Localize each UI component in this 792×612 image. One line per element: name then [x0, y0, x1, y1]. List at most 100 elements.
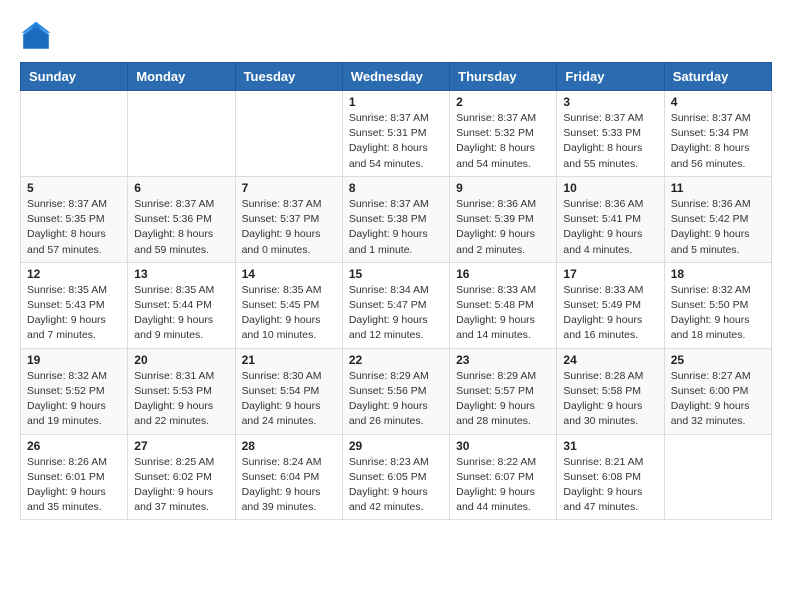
header-row: SundayMondayTuesdayWednesdayThursdayFrid…	[21, 63, 772, 91]
day-info: Sunrise: 8:32 AM Sunset: 5:50 PM Dayligh…	[671, 283, 765, 344]
calendar-cell: 29 Sunrise: 8:23 AM Sunset: 6:05 PM Dayli…	[342, 434, 449, 520]
day-number: 16	[456, 267, 550, 281]
calendar-cell: 18Sunrise: 8:32 AM Sunset: 5:50 PM Dayli…	[664, 262, 771, 348]
day-number: 26	[27, 439, 121, 453]
day-number: 3	[563, 95, 657, 109]
calendar-cell: 23Sunrise: 8:29 AM Sunset: 5:57 PM Dayli…	[450, 348, 557, 434]
calendar-cell: 22Sunrise: 8:29 AM Sunset: 5:56 PM Dayli…	[342, 348, 449, 434]
day-number: 12	[27, 267, 121, 281]
day-info: Sunrise: 8:23 AM Sunset: 6:05 PM Dayligh…	[349, 455, 443, 516]
calendar-cell	[21, 91, 128, 177]
calendar-cell	[128, 91, 235, 177]
day-number: 5	[27, 181, 121, 195]
day-info: Sunrise: 8:30 AM Sunset: 5:54 PM Dayligh…	[242, 369, 336, 430]
calendar-cell: 28 Sunrise: 8:24 AM Sunset: 6:04 PM Dayli…	[235, 434, 342, 520]
calendar-cell: 19 Sunrise: 8:32 AM Sunset: 5:52 PM Dayli…	[21, 348, 128, 434]
day-info: Sunrise: 8:33 AM Sunset: 5:48 PM Dayligh…	[456, 283, 550, 344]
day-number: 28	[242, 439, 336, 453]
day-info: Sunrise: 8:35 AM Sunset: 5:43 PM Dayligh…	[27, 283, 121, 344]
day-info: Sunrise: 8:33 AM Sunset: 5:49 PM Dayligh…	[563, 283, 657, 344]
day-info: Sunrise: 8:24 AM Sunset: 6:04 PM Dayligh…	[242, 455, 336, 516]
week-row-4: 26Sunrise: 8:26 AM Sunset: 6:01 PM Dayli…	[21, 434, 772, 520]
day-info: Sunrise: 8:25 AM Sunset: 6:02 PM Dayligh…	[134, 455, 228, 516]
calendar-cell: 11 Sunrise: 8:36 AM Sunset: 5:42 PM Dayli…	[664, 176, 771, 262]
calendar-cell: 14 Sunrise: 8:35 AM Sunset: 5:45 PM Dayli…	[235, 262, 342, 348]
day-info: Sunrise: 8:27 AM Sunset: 6:00 PM Dayligh…	[671, 369, 765, 430]
day-number: 15	[349, 267, 443, 281]
calendar-cell: 10 Sunrise: 8:36 AM Sunset: 5:41 PM Dayli…	[557, 176, 664, 262]
day-info: Sunrise: 8:31 AM Sunset: 5:53 PM Dayligh…	[134, 369, 228, 430]
week-row-3: 19 Sunrise: 8:32 AM Sunset: 5:52 PM Dayli…	[21, 348, 772, 434]
day-number: 30	[456, 439, 550, 453]
day-info: Sunrise: 8:32 AM Sunset: 5:52 PM Dayligh…	[27, 369, 121, 430]
day-number: 10	[563, 181, 657, 195]
calendar-cell: 16 Sunrise: 8:33 AM Sunset: 5:48 PM Dayli…	[450, 262, 557, 348]
calendar-cell: 13Sunrise: 8:35 AM Sunset: 5:44 PM Dayli…	[128, 262, 235, 348]
header-day-saturday: Saturday	[664, 63, 771, 91]
calendar-cell: 20 Sunrise: 8:31 AM Sunset: 5:53 PM Dayli…	[128, 348, 235, 434]
day-number: 17	[563, 267, 657, 281]
day-number: 1	[349, 95, 443, 109]
calendar-header: SundayMondayTuesdayWednesdayThursdayFrid…	[21, 63, 772, 91]
day-number: 11	[671, 181, 765, 195]
day-info: Sunrise: 8:37 AM Sunset: 5:37 PM Dayligh…	[242, 197, 336, 258]
day-number: 6	[134, 181, 228, 195]
calendar-cell: 9 Sunrise: 8:36 AM Sunset: 5:39 PM Daylig…	[450, 176, 557, 262]
day-number: 31	[563, 439, 657, 453]
calendar-cell: 27 Sunrise: 8:25 AM Sunset: 6:02 PM Dayli…	[128, 434, 235, 520]
day-number: 25	[671, 353, 765, 367]
header-day-friday: Friday	[557, 63, 664, 91]
day-info: Sunrise: 8:34 AM Sunset: 5:47 PM Dayligh…	[349, 283, 443, 344]
header-day-wednesday: Wednesday	[342, 63, 449, 91]
day-info: Sunrise: 8:36 AM Sunset: 5:42 PM Dayligh…	[671, 197, 765, 258]
day-info: Sunrise: 8:36 AM Sunset: 5:41 PM Dayligh…	[563, 197, 657, 258]
day-number: 8	[349, 181, 443, 195]
day-info: Sunrise: 8:37 AM Sunset: 5:34 PM Dayligh…	[671, 111, 765, 172]
day-info: Sunrise: 8:29 AM Sunset: 5:56 PM Dayligh…	[349, 369, 443, 430]
day-number: 29	[349, 439, 443, 453]
header-day-monday: Monday	[128, 63, 235, 91]
logo	[20, 20, 56, 52]
day-number: 20	[134, 353, 228, 367]
calendar-cell: 21 Sunrise: 8:30 AM Sunset: 5:54 PM Dayli…	[235, 348, 342, 434]
header	[20, 20, 772, 52]
week-row-2: 12 Sunrise: 8:35 AM Sunset: 5:43 PM Dayli…	[21, 262, 772, 348]
day-info: Sunrise: 8:22 AM Sunset: 6:07 PM Dayligh…	[456, 455, 550, 516]
header-day-sunday: Sunday	[21, 63, 128, 91]
day-info: Sunrise: 8:37 AM Sunset: 5:31 PM Dayligh…	[349, 111, 443, 172]
day-info: Sunrise: 8:28 AM Sunset: 5:58 PM Dayligh…	[563, 369, 657, 430]
day-number: 19	[27, 353, 121, 367]
calendar-cell: 26Sunrise: 8:26 AM Sunset: 6:01 PM Dayli…	[21, 434, 128, 520]
day-info: Sunrise: 8:29 AM Sunset: 5:57 PM Dayligh…	[456, 369, 550, 430]
day-number: 9	[456, 181, 550, 195]
day-number: 13	[134, 267, 228, 281]
day-info: Sunrise: 8:37 AM Sunset: 5:36 PM Dayligh…	[134, 197, 228, 258]
calendar-table: SundayMondayTuesdayWednesdayThursdayFrid…	[20, 62, 772, 520]
day-number: 27	[134, 439, 228, 453]
week-row-1: 5 Sunrise: 8:37 AM Sunset: 5:35 PM Daylig…	[21, 176, 772, 262]
day-info: Sunrise: 8:21 AM Sunset: 6:08 PM Dayligh…	[563, 455, 657, 516]
calendar-cell: 4Sunrise: 8:37 AM Sunset: 5:34 PM Daylig…	[664, 91, 771, 177]
calendar-cell: 5 Sunrise: 8:37 AM Sunset: 5:35 PM Daylig…	[21, 176, 128, 262]
calendar-body: 1 Sunrise: 8:37 AM Sunset: 5:31 PM Daylig…	[21, 91, 772, 520]
day-number: 14	[242, 267, 336, 281]
calendar-cell: 30 Sunrise: 8:22 AM Sunset: 6:07 PM Dayli…	[450, 434, 557, 520]
calendar-cell: 1 Sunrise: 8:37 AM Sunset: 5:31 PM Daylig…	[342, 91, 449, 177]
calendar-cell: 8Sunrise: 8:37 AM Sunset: 5:38 PM Daylig…	[342, 176, 449, 262]
page: SundayMondayTuesdayWednesdayThursdayFrid…	[0, 0, 792, 530]
header-day-thursday: Thursday	[450, 63, 557, 91]
calendar-cell: 24Sunrise: 8:28 AM Sunset: 5:58 PM Dayli…	[557, 348, 664, 434]
day-info: Sunrise: 8:36 AM Sunset: 5:39 PM Dayligh…	[456, 197, 550, 258]
calendar-cell: 17 Sunrise: 8:33 AM Sunset: 5:49 PM Dayli…	[557, 262, 664, 348]
day-number: 2	[456, 95, 550, 109]
day-info: Sunrise: 8:35 AM Sunset: 5:45 PM Dayligh…	[242, 283, 336, 344]
calendar-cell: 15 Sunrise: 8:34 AM Sunset: 5:47 PM Dayli…	[342, 262, 449, 348]
calendar-cell: 25 Sunrise: 8:27 AM Sunset: 6:00 PM Dayli…	[664, 348, 771, 434]
calendar-cell: 3 Sunrise: 8:37 AM Sunset: 5:33 PM Daylig…	[557, 91, 664, 177]
calendar-cell: 7Sunrise: 8:37 AM Sunset: 5:37 PM Daylig…	[235, 176, 342, 262]
calendar-cell	[235, 91, 342, 177]
day-info: Sunrise: 8:37 AM Sunset: 5:33 PM Dayligh…	[563, 111, 657, 172]
day-info: Sunrise: 8:37 AM Sunset: 5:35 PM Dayligh…	[27, 197, 121, 258]
day-number: 21	[242, 353, 336, 367]
calendar-cell	[664, 434, 771, 520]
